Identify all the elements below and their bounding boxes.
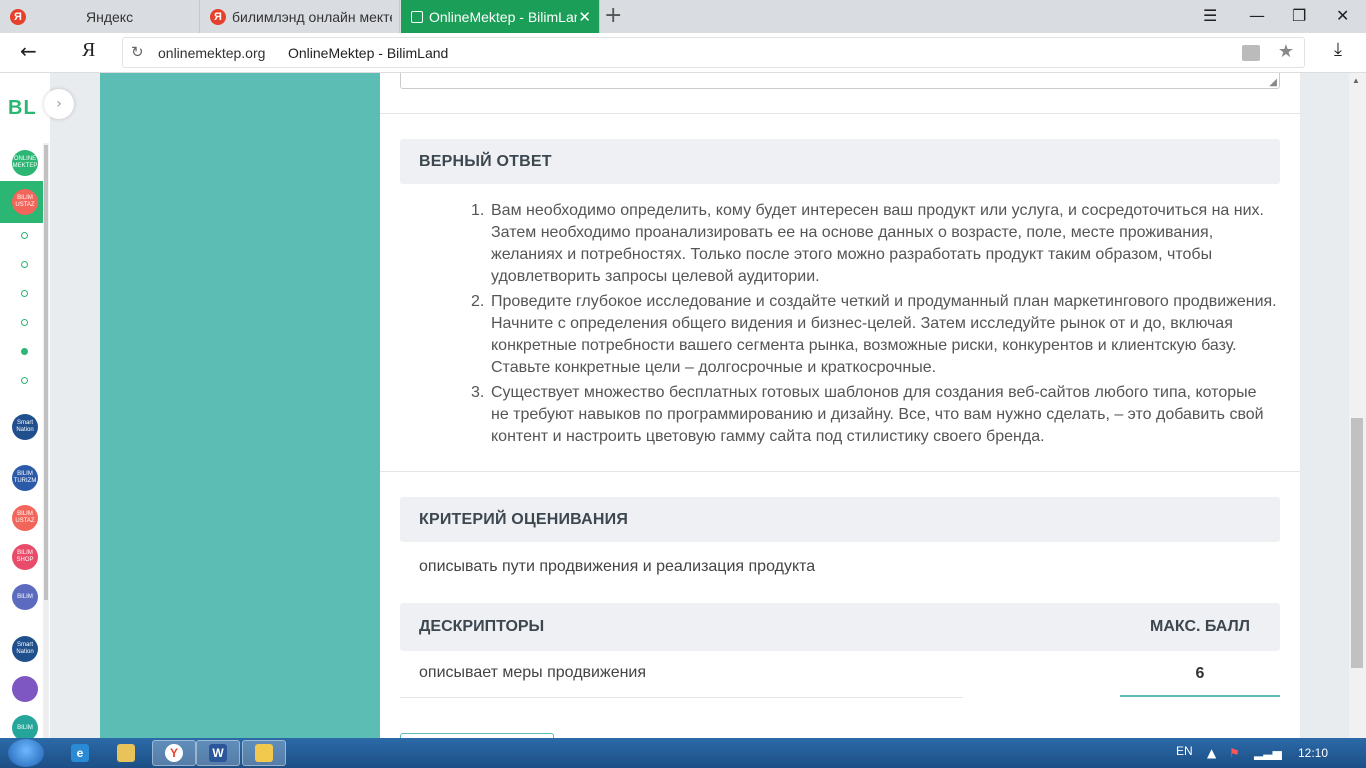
- max-score-column-title: МАКС. БАЛЛ: [1150, 618, 1250, 635]
- restore-icon[interactable]: ❐: [1292, 6, 1306, 25]
- yandex-button[interactable]: Я: [82, 39, 95, 62]
- answer-text: Существует множество бесплатных готовых …: [491, 384, 1264, 445]
- bookmark-star-icon[interactable]: ★: [1278, 41, 1294, 62]
- yandex-favicon-icon: Я: [10, 8, 26, 25]
- taskbar-word[interactable]: W: [196, 740, 240, 766]
- download-icon[interactable]: ⤓: [1334, 39, 1342, 60]
- yandex-browser-icon: Y: [165, 744, 183, 762]
- criteria-text: описывать пути продвижения и реализация …: [419, 558, 816, 575]
- tab-yandex[interactable]: Я Яндекс: [0, 0, 200, 33]
- resize-handle-icon[interactable]: ◢: [1269, 77, 1277, 88]
- answer-item: 2. Проведите глубокое исследование и соз…: [471, 291, 1277, 379]
- taskbar-app[interactable]: [242, 740, 286, 766]
- service-smart-nation[interactable]: Smart Nation: [12, 414, 38, 440]
- service-smart-nation-2[interactable]: Smart Nation: [12, 636, 38, 662]
- answer-textarea[interactable]: ◢: [400, 73, 1280, 89]
- answer-number: 2.: [471, 293, 485, 310]
- taskbar-ie[interactable]: e: [58, 740, 102, 766]
- sub-nav-dot[interactable]: [21, 290, 28, 297]
- network-signal-icon[interactable]: ▂▃▅: [1254, 746, 1282, 760]
- url-page-title: OnlineMektep - BilimLand: [288, 45, 449, 61]
- sub-nav-dot[interactable]: [21, 261, 28, 268]
- tab-label: Яндекс: [86, 8, 134, 25]
- service-online-mektep[interactable]: ONLINE MEKTEP: [12, 150, 38, 176]
- main-content: ◢ ВЕРНЫЙ ОТВЕТ 1. Вам необходимо определ…: [380, 73, 1300, 738]
- address-bar: ← Я ↻ onlinemektep.org OnlineMektep - Bi…: [0, 33, 1366, 73]
- tab-label: билимлэнд онлайн мектеп: [232, 8, 392, 25]
- tab-search[interactable]: Я билимлэнд онлайн мектеп: [200, 0, 400, 33]
- lock-icon[interactable]: [1242, 45, 1260, 61]
- menu-icon[interactable]: ☰: [1203, 6, 1217, 25]
- bilimland-logo[interactable]: BL: [8, 97, 37, 120]
- new-tab-button[interactable]: +: [604, 3, 622, 28]
- correct-answer-header: ВЕРНЫЙ ОТВЕТ: [400, 139, 1280, 184]
- start-button[interactable]: [8, 739, 44, 767]
- descriptor-score: 6: [1120, 663, 1280, 697]
- url-domain: onlinemektep.org: [158, 45, 266, 61]
- row-divider: [400, 697, 963, 698]
- page-favicon-icon: [411, 10, 423, 23]
- folder-icon: [117, 744, 135, 762]
- teal-side-panel: [100, 73, 380, 738]
- sub-nav-dot[interactable]: [21, 377, 28, 384]
- service-keyboard-icon[interactable]: [12, 676, 38, 702]
- service-bilim-shop[interactable]: BILIM SHOP: [12, 544, 38, 570]
- service-bilim-ustaz[interactable]: BILIM USTAZ: [12, 189, 38, 215]
- reload-icon[interactable]: ↻: [131, 43, 144, 61]
- close-window-icon[interactable]: ✕: [1336, 6, 1349, 25]
- action-center-icon[interactable]: ⚑: [1229, 746, 1240, 760]
- section-divider: [380, 471, 1300, 472]
- url-field[interactable]: ↻ onlinemektep.org OnlineMektep - BilimL…: [122, 37, 1305, 68]
- section-divider: [380, 113, 1300, 114]
- taskbar-yandex-browser[interactable]: Y: [152, 740, 196, 766]
- ie-icon: e: [71, 744, 89, 762]
- taskbar-explorer[interactable]: [104, 740, 148, 766]
- tab-label: OnlineMektep - BilimLand: [429, 8, 577, 25]
- minimize-icon[interactable]: —: [1249, 6, 1265, 25]
- answer-item: 3. Существует множество бесплатных готов…: [471, 382, 1277, 448]
- page-scrollbar-thumb[interactable]: [1351, 418, 1363, 668]
- sidebar-expand-icon[interactable]: ›: [44, 89, 74, 119]
- word-icon: W: [209, 744, 227, 762]
- sidebar-scrollbar-thumb[interactable]: [44, 145, 48, 600]
- service-bilim-ustaz-2[interactable]: BILIM USTAZ: [12, 505, 38, 531]
- service-bilim[interactable]: BILIM: [12, 584, 38, 610]
- criteria-header: КРИТЕРИЙ ОЦЕНИВАНИЯ: [400, 497, 1280, 542]
- show-hidden-icons-icon[interactable]: ▲: [1207, 746, 1216, 760]
- answer-text: Проведите глубокое исследование и создай…: [491, 293, 1277, 376]
- windows-taskbar: e Y W EN ▲ ⚑ ▂▃▅ 12:10: [0, 738, 1366, 768]
- yandex-favicon-icon: Я: [210, 8, 226, 25]
- sub-nav-dot[interactable]: [21, 319, 28, 326]
- descriptors-column-title: ДЕСКРИПТОРЫ: [419, 618, 545, 635]
- sub-nav-dot-active[interactable]: [21, 348, 28, 355]
- close-tab-icon[interactable]: ✕: [578, 8, 591, 26]
- back-arrow-icon[interactable]: ←: [20, 39, 37, 63]
- language-indicator[interactable]: EN: [1176, 744, 1193, 758]
- scroll-up-icon[interactable]: ▲: [1352, 76, 1360, 85]
- answer-text: Вам необходимо определить, кому будет ин…: [491, 202, 1264, 285]
- app-icon: [255, 744, 273, 762]
- answer-list: 1. Вам необходимо определить, кому будет…: [471, 200, 1277, 450]
- answer-item: 1. Вам необходимо определить, кому будет…: [471, 200, 1277, 288]
- tab-onlinemektep[interactable]: OnlineMektep - BilimLand ✕: [401, 0, 600, 33]
- services-sidebar: BL › ONLINE MEKTEP BILIM USTAZ Smart Nat…: [0, 73, 74, 743]
- descriptor-text: описывает меры продвижения: [419, 664, 647, 681]
- sub-nav-dot[interactable]: [21, 232, 28, 239]
- service-bilim-turizm[interactable]: BILIM TURIZM: [12, 465, 38, 491]
- clock[interactable]: 12:10: [1298, 746, 1328, 760]
- answer-number: 1.: [471, 202, 485, 219]
- answer-number: 3.: [471, 384, 485, 401]
- descriptors-header: ДЕСКРИПТОРЫ МАКС. БАЛЛ: [400, 603, 1280, 651]
- browser-tab-bar: Я Яндекс Я билимлэнд онлайн мектеп Onlin…: [0, 0, 1366, 33]
